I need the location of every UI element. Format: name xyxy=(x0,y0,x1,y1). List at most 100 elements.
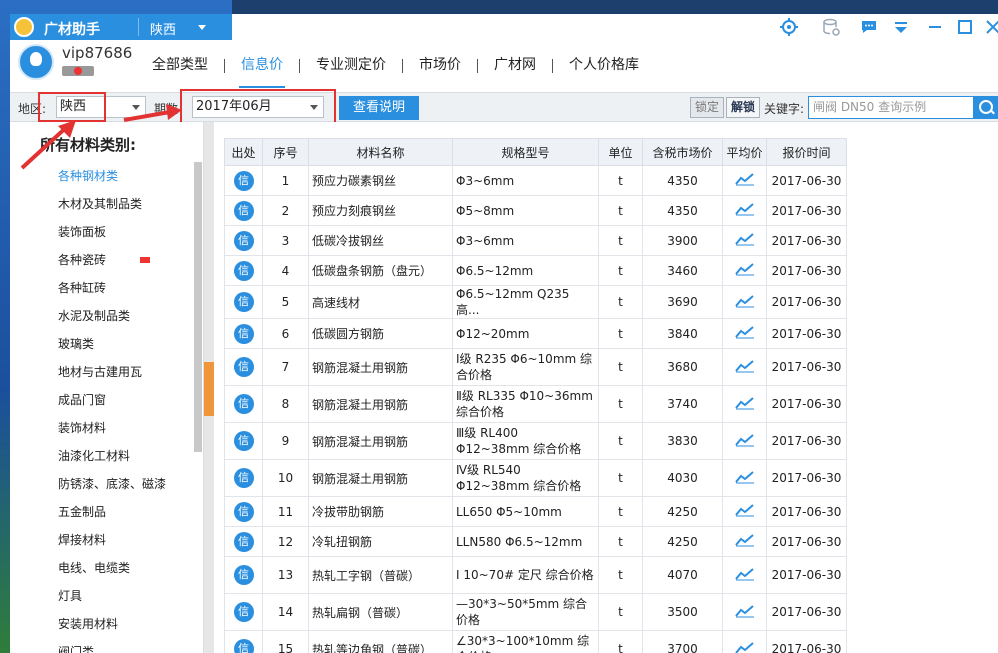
nav-item-market-price[interactable]: 市场价 xyxy=(417,54,463,78)
minimize-icon[interactable] xyxy=(926,18,944,36)
source-badge-cell[interactable]: 信 xyxy=(224,318,263,349)
unlock-button[interactable]: 解锁 xyxy=(726,97,760,118)
sidebar-item[interactable]: 装饰面板 xyxy=(10,218,196,246)
source-badge-cell[interactable]: 信 xyxy=(224,165,263,196)
nav-item-material-web[interactable]: 广材网 xyxy=(492,54,538,78)
trend-chart-icon[interactable] xyxy=(734,567,755,581)
column-header-date[interactable]: 报价时间 xyxy=(766,138,847,166)
database-icon[interactable] xyxy=(822,18,840,36)
source-badge-cell[interactable]: 信 xyxy=(224,593,263,631)
table-row[interactable]: 信 14 热轧扁钢（普碳） —30*3~50*5mm 综合价格 t 3500 2017-06… xyxy=(224,593,847,631)
chevron-down-icon[interactable] xyxy=(198,25,206,30)
trend-chart-icon[interactable] xyxy=(734,325,755,339)
sidebar-item[interactable]: 成品门窗 xyxy=(10,386,196,414)
nav-item-personal-library[interactable]: 个人价格库 xyxy=(567,54,641,78)
table-row[interactable]: 信 12 冷轧扭钢筋 LLN580 Φ6.5~12mm t 4250 2017-06-30 xyxy=(224,526,847,557)
table-row[interactable]: 信 15热轧等边角钢（普碳）∠30*3~100*10mm 综合价格t3700 201… xyxy=(224,630,847,653)
table-row[interactable]: 信 11 冷拔带肋钢筋 LL650 Φ5~10mm t 4250 2017-06-30 xyxy=(224,496,847,527)
trend-chart-icon[interactable] xyxy=(734,396,755,410)
info-source-icon[interactable]: 信 xyxy=(233,394,254,414)
dropdown-menu-icon[interactable] xyxy=(892,18,910,36)
avg-price-cell[interactable] xyxy=(722,255,767,286)
table-row[interactable]: 信 9 钢筋混凝土用钢筋 Ⅲ级 RL400 Φ12~38mm 综合价格 t 3830 201… xyxy=(224,422,847,460)
table-row[interactable]: 信 1 预应力碳素钢丝 Φ3~6mm t 4350 2017-06-30 xyxy=(224,165,847,196)
maximize-icon[interactable] xyxy=(956,18,974,36)
info-source-icon[interactable]: 信 xyxy=(233,639,254,653)
table-row[interactable]: 信 13 热轧工字钢（普碳） Ⅰ 10~70# 定尺 综合价格 t 4070 2017-06… xyxy=(224,556,847,594)
app-tab[interactable]: 广材助手 陕西 xyxy=(10,14,232,40)
avg-price-cell[interactable] xyxy=(722,348,767,386)
trend-chart-icon[interactable] xyxy=(734,172,755,186)
sidebar-item[interactable]: 地材与古建用瓦 xyxy=(10,358,196,386)
sidebar-item[interactable]: 水泥及制品类 xyxy=(10,302,196,330)
sidebar-item[interactable]: 灯具 xyxy=(10,582,196,610)
trend-chart-icon[interactable] xyxy=(734,641,755,653)
avg-price-cell[interactable] xyxy=(722,526,767,557)
avg-price-cell[interactable] xyxy=(722,459,767,497)
column-header-unit[interactable]: 单位 xyxy=(598,138,643,166)
column-header-price[interactable]: 含税市场价 xyxy=(642,138,723,166)
sidebar-item[interactable]: 安装用材料 xyxy=(10,610,196,638)
table-row[interactable]: 信 10 钢筋混凝土用钢筋 Ⅳ级 RL540 Φ12~38mm 综合价格 t 4030 20… xyxy=(224,459,847,497)
nav-item-info-price[interactable]: 信息价 xyxy=(239,54,285,88)
search-icon[interactable] xyxy=(974,96,998,119)
collapse-handle[interactable] xyxy=(204,362,214,416)
avg-price-cell[interactable] xyxy=(722,593,767,631)
nav-item-professional-price[interactable]: 专业测定价 xyxy=(314,54,388,78)
source-badge-cell[interactable]: 信 xyxy=(224,348,263,386)
info-source-icon[interactable]: 信 xyxy=(233,531,254,552)
avg-price-cell[interactable] xyxy=(722,195,767,226)
region-selector[interactable]: 陕西 xyxy=(150,19,176,38)
message-icon[interactable] xyxy=(860,18,878,36)
info-source-icon[interactable]: 信 xyxy=(233,260,254,281)
sidebar-item[interactable]: 木材及其制品类 xyxy=(10,190,196,218)
avg-price-cell[interactable] xyxy=(722,385,767,423)
trend-chart-icon[interactable] xyxy=(734,433,755,447)
trend-chart-icon[interactable] xyxy=(734,503,755,517)
info-source-icon[interactable]: 信 xyxy=(233,323,254,344)
avg-price-cell[interactable] xyxy=(722,318,767,349)
info-source-icon[interactable]: 信 xyxy=(233,431,254,451)
table-row[interactable]: 信 6 低碳圆方钢筋 Φ12~20mm t 3840 2017-06-30 xyxy=(224,318,847,349)
info-source-icon[interactable]: 信 xyxy=(233,468,254,488)
source-badge-cell[interactable]: 信 xyxy=(224,496,263,527)
source-badge-cell[interactable]: 信 xyxy=(224,225,263,256)
source-badge-cell[interactable]: 信 xyxy=(224,255,263,286)
nav-item-all-types[interactable]: 全部类型 xyxy=(150,54,210,78)
source-badge-cell[interactable]: 信 xyxy=(224,195,263,226)
info-source-icon[interactable]: 信 xyxy=(233,357,254,377)
info-source-icon[interactable]: 信 xyxy=(233,602,254,622)
trend-chart-icon[interactable] xyxy=(734,232,755,246)
sidebar-item[interactable]: 焊接材料 xyxy=(10,526,196,554)
avg-price-cell[interactable] xyxy=(722,556,767,594)
trend-chart-icon[interactable] xyxy=(734,262,755,276)
column-header-avg[interactable]: 平均价 xyxy=(722,138,767,166)
trend-chart-icon[interactable] xyxy=(734,470,755,484)
view-description-button[interactable]: 查看说明 xyxy=(339,96,419,120)
table-row[interactable]: 信 2 预应力刻痕钢丝 Φ5~8mm t 4350 2017-06-30 xyxy=(224,195,847,226)
column-header-no[interactable]: 序号 xyxy=(262,138,309,166)
avg-price-cell[interactable] xyxy=(722,630,767,653)
source-badge-cell[interactable]: 信 xyxy=(224,459,263,497)
trend-chart-icon[interactable] xyxy=(734,294,755,308)
sidebar-item[interactable]: 五金制品 xyxy=(10,498,196,526)
trend-chart-icon[interactable] xyxy=(734,359,755,373)
lock-button[interactable]: 锁定 xyxy=(690,97,724,118)
sidebar-item[interactable]: 各种瓷砖 xyxy=(10,246,196,274)
trend-chart-icon[interactable] xyxy=(734,604,755,618)
sidebar-item[interactable]: 装饰材料 xyxy=(10,414,196,442)
info-source-icon[interactable]: 信 xyxy=(233,501,254,522)
avg-price-cell[interactable] xyxy=(722,496,767,527)
table-row[interactable]: 信 3 低碳冷拔钢丝 Φ3~6mm t 3900 2017-06-30 xyxy=(224,225,847,256)
source-badge-cell[interactable]: 信 xyxy=(224,385,263,423)
avg-price-cell[interactable] xyxy=(722,285,767,319)
keyword-input[interactable]: 闸阀 DN50 查询示例 xyxy=(808,96,974,119)
close-icon[interactable] xyxy=(984,18,998,36)
source-badge-cell[interactable]: 信 xyxy=(224,556,263,594)
info-source-icon[interactable]: 信 xyxy=(233,230,254,251)
info-source-icon[interactable]: 信 xyxy=(233,565,254,585)
trend-chart-icon[interactable] xyxy=(734,533,755,547)
sidebar-item[interactable]: 油漆化工材料 xyxy=(10,442,196,470)
source-badge-cell[interactable]: 信 xyxy=(224,526,263,557)
table-row[interactable]: 信 4 低碳盘条钢筋（盘元） Φ6.5~12mm t 3460 2017-06-30 xyxy=(224,255,847,286)
